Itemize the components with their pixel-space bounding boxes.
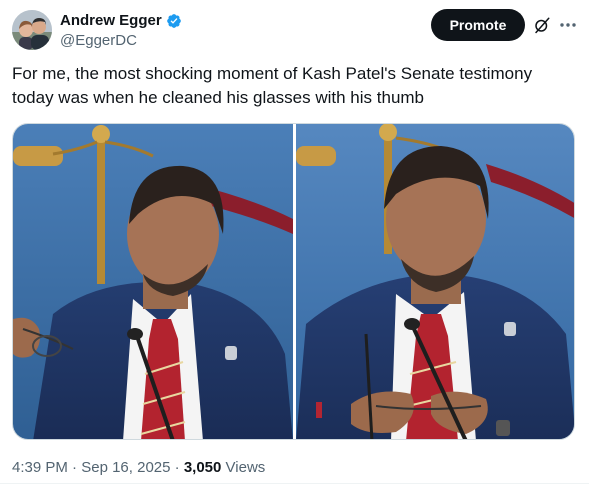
tweet-card: Andrew Egger @EggerDC Promote For me, th… [0, 0, 589, 484]
author-block: Andrew Egger @EggerDC [60, 12, 182, 50]
grok-icon[interactable] [533, 16, 551, 34]
promote-button[interactable]: Promote [431, 9, 525, 41]
avatar[interactable] [12, 10, 52, 50]
tweet-date[interactable]: Sep 16, 2025 [81, 459, 170, 476]
views-label: Views [225, 459, 266, 476]
tweet-time[interactable]: 4:39 PM [12, 459, 68, 476]
views-count: 3,050 [183, 459, 222, 476]
photo-glasses-right[interactable] [296, 124, 574, 439]
tweet-header: Andrew Egger @EggerDC Promote [12, 8, 577, 52]
tweet-text-line-2: today was when he cleaned his glasses wi… [12, 88, 425, 107]
tweet-text-line-1: For me, the most shocking moment of Kash… [12, 64, 533, 83]
author-handle[interactable]: @EggerDC [60, 32, 182, 50]
photo-glasses-left[interactable] [13, 124, 293, 439]
more-options-icon[interactable] [558, 15, 578, 35]
meta-separator-2: · [174, 459, 180, 476]
display-name-row: Andrew Egger [60, 12, 182, 30]
verified-badge-icon[interactable] [166, 13, 182, 29]
tweet-media [12, 123, 575, 440]
tweet-text: For me, the most shocking moment of Kash… [12, 62, 572, 110]
display-name[interactable]: Andrew Egger [60, 12, 162, 30]
meta-separator: · [72, 459, 78, 476]
tweet-meta: 4:39 PM · Sep 16, 2025 · 3,050 Views [12, 459, 265, 477]
